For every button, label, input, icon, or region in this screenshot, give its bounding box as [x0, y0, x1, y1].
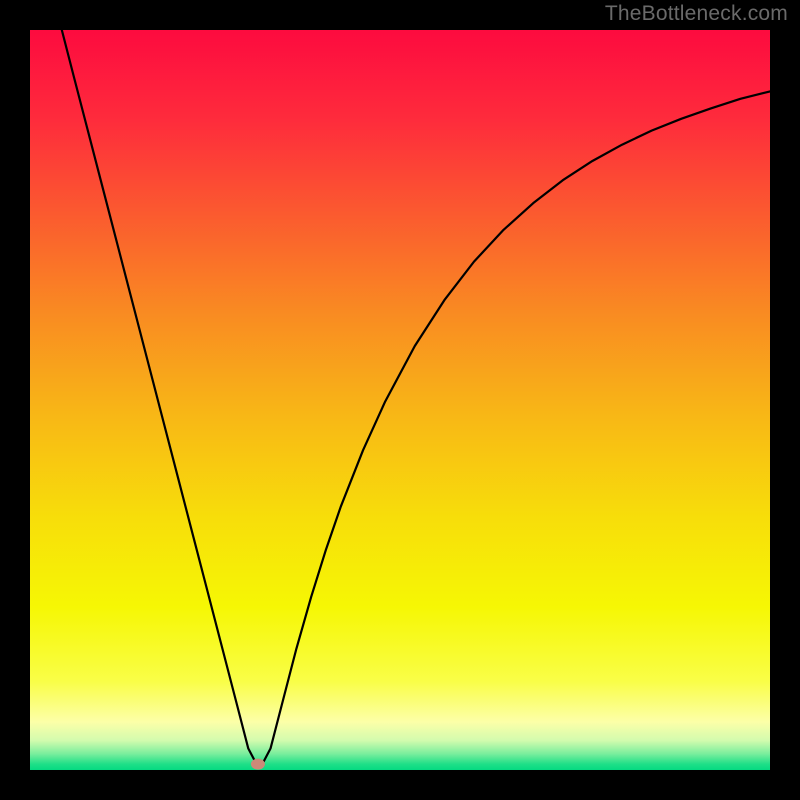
watermark-text: TheBottleneck.com: [605, 2, 788, 26]
bottleneck-chart: [0, 0, 800, 800]
selected-point-marker: [251, 759, 265, 770]
chart-container: TheBottleneck.com: [0, 0, 800, 800]
plot-background: [30, 30, 770, 770]
